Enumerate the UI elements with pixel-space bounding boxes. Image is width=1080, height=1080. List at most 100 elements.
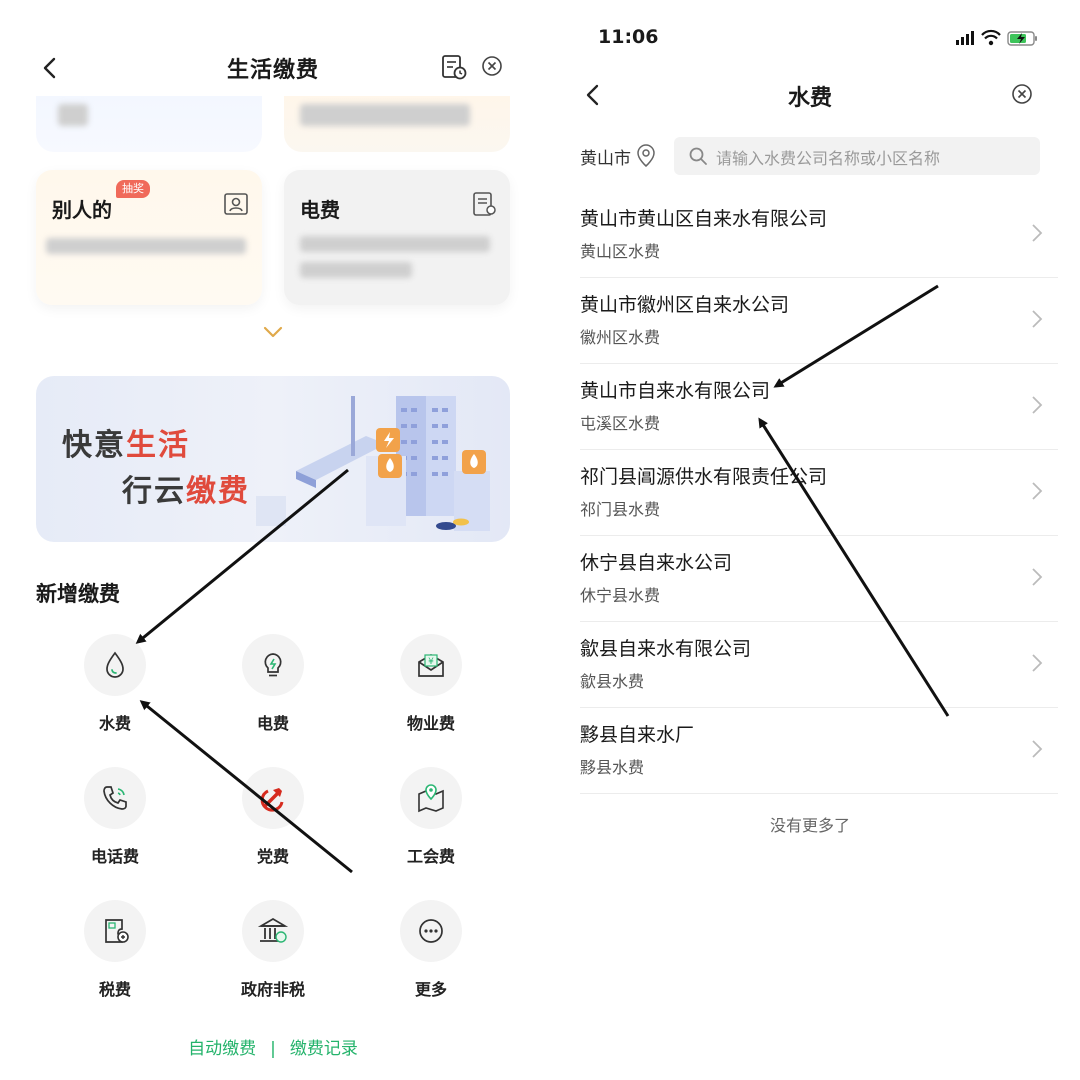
pay-item-icon-bg (84, 900, 146, 962)
account-card-electricity[interactable]: 电费 (284, 170, 510, 305)
battery-icon (1007, 31, 1037, 46)
blurred-text (46, 238, 246, 254)
chevron-right-icon (1032, 654, 1043, 672)
status-time: 11:06 (598, 26, 659, 48)
company-name: 黄山市自来水有限公司 (580, 380, 771, 402)
banner-line-1: 快意生活 (62, 420, 190, 464)
more-dots-icon (419, 919, 443, 943)
banner-text-red: 生活 (126, 428, 190, 463)
page-title: 水费 (787, 86, 832, 111)
pay-item-icon-bg: ¥ (400, 634, 462, 696)
auto-pay-link[interactable]: 自动缴费 (188, 1039, 256, 1059)
chevron-right-icon (1032, 482, 1043, 500)
banner-text: 快意 (62, 428, 126, 463)
city-illustration (256, 396, 490, 531)
account-card[interactable]: 别人的 抽奖 (36, 170, 262, 305)
pay-item-icon-bg (400, 767, 462, 829)
pay-item-gov-nontax[interactable]: 政府非税 (213, 900, 333, 1000)
government-building-icon (257, 918, 289, 943)
company-sub: 休宁县水费 (580, 586, 661, 605)
company-name: 黄山市黄山区自来水有限公司 (580, 208, 828, 230)
chevron-right-icon (1032, 396, 1043, 414)
bill-icon (473, 192, 496, 216)
status-icons (956, 29, 1037, 46)
pay-item-label: 电话费 (90, 847, 139, 866)
right-screen: 11:06 水费 黄山市 请输入水费公司名称或小区名称 黄山市黄山区自来水有限公… (540, 0, 1080, 1080)
pay-item-label: 电费 (256, 714, 289, 733)
pay-item-label: 物业费 (406, 714, 455, 733)
pay-item-party[interactable]: 党费 (213, 767, 333, 867)
wifi-icon (981, 29, 1001, 46)
banner-text: 行云 (122, 474, 186, 509)
pay-item-electricity[interactable]: 电费 (213, 634, 333, 734)
company-row[interactable]: 黄山市徽州区自来水公司 徽州区水费 (580, 278, 1058, 364)
company-row[interactable]: 休宁县自来水公司 休宁县水费 (580, 536, 1058, 622)
cellular-signal-icon (956, 31, 974, 45)
pay-item-icon-bg (242, 767, 304, 829)
company-sub: 祁门县水费 (580, 500, 661, 519)
pay-item-label: 工会费 (406, 847, 455, 866)
promo-banner[interactable]: 快意生活 行云缴费 (36, 376, 510, 542)
pay-records-link[interactable]: 缴费记录 (290, 1039, 358, 1059)
search-placeholder: 请输入水费公司名称或小区名称 (716, 149, 941, 168)
footer-links: 自动缴费 | 缴费记录 (0, 1034, 540, 1059)
pay-item-label: 税费 (98, 980, 131, 999)
lottery-badge: 抽奖 (116, 180, 150, 198)
pay-item-more[interactable]: 更多 (371, 900, 491, 1000)
left-screen: 生活缴费 别人的 抽奖 电费 快意生活 行云缴费 新增缴费 水费 电费 ¥ 物业… (0, 0, 540, 1080)
chevron-right-icon (1032, 568, 1043, 586)
close-icon[interactable] (480, 54, 504, 78)
company-sub: 黟县水费 (580, 758, 645, 777)
company-row[interactable]: 黄山市自来水有限公司 屯溪区水费 (580, 364, 1058, 450)
company-sub: 黄山区水费 (580, 242, 661, 261)
banner-line-2: 行云缴费 (122, 466, 250, 510)
company-row[interactable]: 黄山市黄山区自来水有限公司 黄山区水费 (580, 192, 1058, 278)
lightbulb-icon (264, 653, 282, 677)
bill-history-icon[interactable] (440, 53, 468, 81)
water-drop-icon (106, 651, 124, 678)
pay-item-property[interactable]: ¥ 物业费 (371, 634, 491, 734)
company-name: 黟县自来水厂 (580, 724, 695, 746)
account-card[interactable] (36, 96, 262, 152)
location-pin-icon[interactable] (634, 142, 658, 170)
chevron-right-icon (1032, 310, 1043, 328)
pay-item-icon-bg (84, 767, 146, 829)
pay-item-label: 更多 (414, 980, 447, 999)
company-name: 祁门县阊源供水有限责任公司 (580, 466, 828, 488)
blurred-text (300, 236, 490, 252)
pay-item-label: 党费 (256, 847, 289, 866)
company-name: 歙县自来水有限公司 (580, 638, 752, 660)
pay-item-union[interactable]: 工会费 (371, 767, 491, 867)
city-selector[interactable]: 黄山市 (580, 144, 631, 169)
party-emblem-icon (260, 788, 284, 812)
company-row[interactable]: 黟县自来水厂 黟县水费 (580, 708, 1058, 794)
banner-text-red: 缴费 (186, 474, 250, 509)
pay-item-icon-bg (242, 634, 304, 696)
pay-item-icon-bg (400, 900, 462, 962)
pay-item-icon-bg (84, 634, 146, 696)
pay-item-label: 政府非税 (240, 980, 305, 999)
chevron-right-icon (1032, 224, 1043, 242)
company-row[interactable]: 歙县自来水有限公司 歙县水费 (580, 622, 1058, 708)
svg-text:¥: ¥ (428, 657, 434, 667)
card-name: 别人的 (52, 198, 112, 222)
contact-card-icon (224, 193, 248, 215)
section-title: 新增缴费 (36, 582, 120, 606)
map-pin-icon (418, 784, 444, 813)
company-row[interactable]: 祁门县阊源供水有限责任公司 祁门县水费 (580, 450, 1058, 536)
account-card[interactable] (284, 96, 510, 152)
pay-item-phone[interactable]: 电话费 (55, 767, 175, 867)
left-header: 生活缴费 (0, 40, 540, 96)
company-name: 休宁县自来水公司 (580, 552, 733, 574)
card-name: 电费 (300, 198, 340, 222)
company-sub: 歙县水费 (580, 672, 645, 691)
pay-item-tax[interactable]: 税费 (55, 900, 175, 1000)
chevron-down-icon[interactable] (262, 324, 284, 340)
footer-separator: | (270, 1039, 276, 1059)
pay-item-water[interactable]: 水费 (55, 634, 175, 734)
search-input[interactable]: 请输入水费公司名称或小区名称 (674, 137, 1040, 175)
chevron-right-icon (1032, 740, 1043, 758)
close-icon[interactable] (1010, 82, 1034, 106)
pay-item-icon-bg (242, 900, 304, 962)
blurred-text (300, 104, 470, 126)
